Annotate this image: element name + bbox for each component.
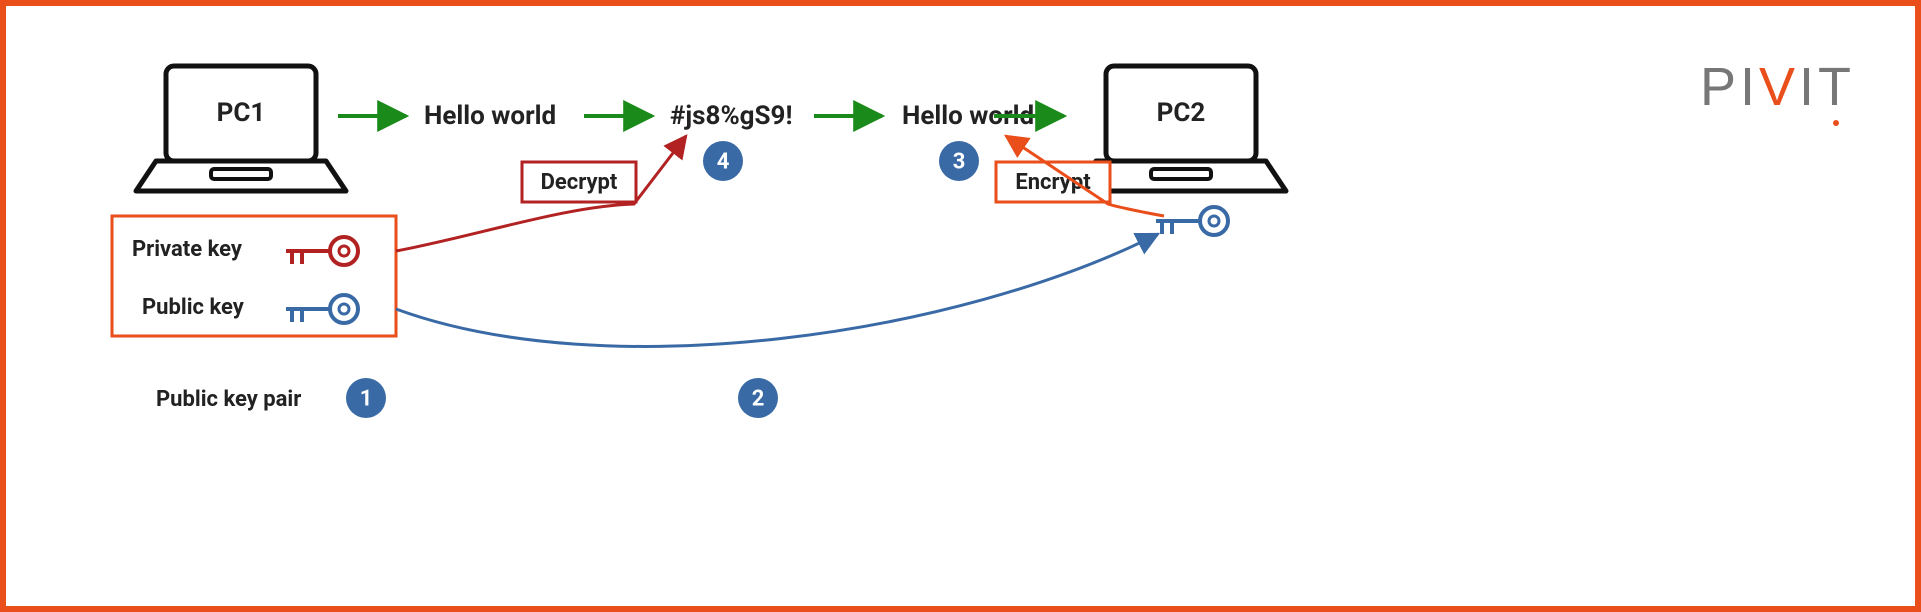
laptop-pc1-icon: PC1 [136, 66, 346, 191]
svg-text:1: 1 [360, 387, 373, 412]
public-key-icon [286, 295, 358, 323]
plaintext-sent: Hello world [424, 101, 556, 131]
svg-text:3: 3 [953, 150, 966, 175]
badge-2: 2 [738, 378, 778, 418]
badge-4: 4 [703, 141, 743, 181]
public-key-send-arrow [396, 234, 1158, 346]
decrypt-label: Decrypt [541, 170, 618, 195]
badge-3: 3 [939, 141, 979, 181]
private-key-label: Private key [132, 237, 243, 262]
diagram-frame: PIVIT PC1 [0, 0, 1921, 612]
encrypt-label: Encrypt [1015, 170, 1091, 195]
keypair-caption: Public key pair [156, 387, 301, 412]
encryption-diagram: PC1 PC2 Hello world #js8%gS9! Hello worl… [6, 6, 1915, 606]
pc1-label: PC1 [217, 98, 266, 128]
ciphertext: #js8%gS9! [670, 101, 792, 131]
svg-text:4: 4 [717, 150, 730, 175]
private-key-icon [286, 237, 358, 265]
public-key-label: Public key [142, 295, 245, 320]
badge-1: 1 [346, 378, 386, 418]
svg-text:2: 2 [752, 387, 765, 412]
pc2-label: PC2 [1157, 98, 1206, 128]
public-key-received-icon [1156, 207, 1228, 235]
